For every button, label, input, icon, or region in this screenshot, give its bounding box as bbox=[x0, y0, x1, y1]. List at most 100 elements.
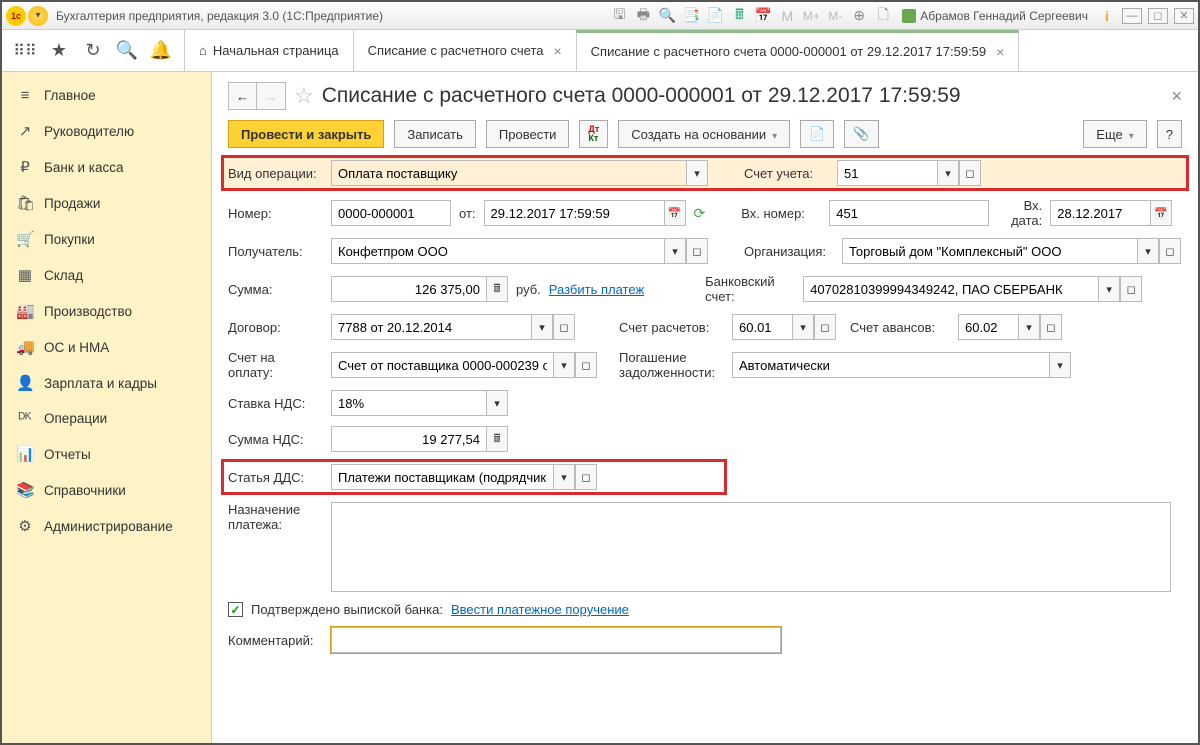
print-icon[interactable]: 🖶 bbox=[634, 4, 652, 28]
sum-calc-button[interactable]: 🖩 bbox=[486, 276, 508, 302]
in-number-input[interactable] bbox=[829, 200, 989, 226]
recipient-open-button[interactable]: ◻ bbox=[686, 238, 708, 264]
account-input[interactable] bbox=[837, 160, 937, 186]
tab-writeoff-document[interactable]: Списание с расчетного счета 0000-000001 … bbox=[576, 30, 1020, 71]
sidebar-item-reports[interactable]: 📊Отчеты bbox=[2, 436, 211, 472]
contract-input[interactable] bbox=[331, 314, 531, 340]
calendar-icon[interactable]: 📅 bbox=[754, 7, 772, 24]
favorite-star-icon[interactable]: ☆ bbox=[294, 83, 314, 109]
debt-dropdown-button[interactable]: ▾ bbox=[1049, 352, 1071, 378]
op-type-input[interactable] bbox=[331, 160, 686, 186]
bank-acc-dropdown-button[interactable]: ▾ bbox=[1098, 276, 1120, 302]
maximize-button[interactable]: ◻ bbox=[1148, 8, 1168, 24]
recipient-dropdown-button[interactable]: ▾ bbox=[664, 238, 686, 264]
settle-acc-input[interactable] bbox=[732, 314, 792, 340]
sidebar-item-main[interactable]: ≡Главное bbox=[2, 78, 211, 113]
advance-acc-open-button[interactable]: ◻ bbox=[1040, 314, 1062, 340]
sidebar-item-sales[interactable]: 🛍Продажи bbox=[2, 185, 211, 221]
settle-acc-dropdown-button[interactable]: ▾ bbox=[792, 314, 814, 340]
favorite-icon[interactable]: ★ bbox=[42, 30, 76, 71]
close-document-icon[interactable]: × bbox=[1171, 86, 1182, 107]
m-minus-icon[interactable]: M- bbox=[826, 9, 844, 23]
recipient-input[interactable] bbox=[331, 238, 664, 264]
write-button[interactable]: Записать bbox=[394, 120, 476, 148]
sidebar-item-manager[interactable]: ↗Руководителю bbox=[2, 113, 211, 149]
settle-acc-open-button[interactable]: ◻ bbox=[814, 314, 836, 340]
m-icon[interactable]: M bbox=[778, 8, 796, 24]
invoice-dropdown-button[interactable]: ▾ bbox=[553, 352, 575, 378]
sidebar-item-bank[interactable]: ₽Банк и касса bbox=[2, 149, 211, 185]
notifications-icon[interactable]: 🔔 bbox=[144, 30, 178, 71]
number-input[interactable] bbox=[331, 200, 451, 226]
dtkt-button[interactable]: ДтКт bbox=[579, 120, 608, 148]
zoom-icon[interactable]: ⊕ bbox=[850, 7, 868, 24]
attach-button[interactable]: 📎 bbox=[844, 120, 878, 148]
sidebar-item-assets[interactable]: 🚚ОС и НМА bbox=[2, 329, 211, 365]
tab-close-icon[interactable]: × bbox=[553, 43, 561, 59]
dds-input[interactable] bbox=[331, 464, 553, 490]
tab-home[interactable]: ⌂ Начальная страница bbox=[184, 30, 353, 71]
save-icon[interactable]: 🖫 bbox=[610, 4, 628, 28]
advance-acc-input[interactable] bbox=[958, 314, 1018, 340]
tab-close-icon[interactable]: × bbox=[996, 44, 1004, 60]
app-menu-dropdown-icon[interactable] bbox=[28, 6, 48, 26]
preview-icon[interactable]: 🔍 bbox=[658, 7, 676, 24]
dds-open-button[interactable]: ◻ bbox=[575, 464, 597, 490]
in-date-input[interactable] bbox=[1050, 200, 1150, 226]
in-date-picker-button[interactable]: 📅 bbox=[1150, 200, 1172, 226]
tab-writeoff-list[interactable]: Списание с расчетного счета × bbox=[353, 30, 576, 71]
current-user[interactable]: Абрамов Геннадий Сергеевич bbox=[898, 9, 1092, 23]
more-button[interactable]: Еще bbox=[1083, 120, 1146, 148]
post-button[interactable]: Провести bbox=[486, 120, 570, 148]
m-plus-icon[interactable]: M+ bbox=[802, 9, 820, 23]
vat-sum-calc-button[interactable]: 🖩 bbox=[486, 426, 508, 452]
org-open-button[interactable]: ◻ bbox=[1159, 238, 1181, 264]
bank-acc-open-button[interactable]: ◻ bbox=[1120, 276, 1142, 302]
nav-back-button[interactable]: ← bbox=[229, 83, 257, 109]
vat-sum-input[interactable] bbox=[331, 426, 486, 452]
comment-input[interactable] bbox=[331, 627, 781, 653]
sidebar-item-production[interactable]: 🏭Производство bbox=[2, 293, 211, 329]
sum-input[interactable] bbox=[331, 276, 486, 302]
bank-acc-input[interactable] bbox=[803, 276, 1098, 302]
report-button[interactable]: 📄 bbox=[800, 120, 834, 148]
account-open-button[interactable]: ◻ bbox=[959, 160, 981, 186]
help-button[interactable]: ? bbox=[1157, 120, 1182, 148]
dds-dropdown-button[interactable]: ▾ bbox=[553, 464, 575, 490]
account-dropdown-button[interactable]: ▾ bbox=[937, 160, 959, 186]
doc-icon[interactable]: 🗋 bbox=[874, 4, 892, 28]
info-icon[interactable]: i bbox=[1098, 8, 1116, 24]
date-picker-button[interactable]: 📅 bbox=[664, 200, 686, 226]
sections-icon[interactable]: ⠿⠿ bbox=[8, 30, 42, 71]
nav-forward-button[interactable]: → bbox=[257, 83, 285, 109]
sidebar-item-salary[interactable]: 👤Зарплата и кадры bbox=[2, 365, 211, 401]
contract-open-button[interactable]: ◻ bbox=[553, 314, 575, 340]
sidebar-item-warehouse[interactable]: ▦Склад bbox=[2, 257, 211, 293]
minimize-button[interactable]: — bbox=[1122, 8, 1142, 24]
purpose-textarea[interactable] bbox=[331, 502, 1171, 592]
contract-dropdown-button[interactable]: ▾ bbox=[531, 314, 553, 340]
invoice-input[interactable] bbox=[331, 352, 553, 378]
org-input[interactable] bbox=[842, 238, 1137, 264]
invoice-open-button[interactable]: ◻ bbox=[575, 352, 597, 378]
org-dropdown-button[interactable]: ▾ bbox=[1137, 238, 1159, 264]
copy-icon[interactable]: 📄 bbox=[706, 7, 724, 24]
create-based-button[interactable]: Создать на основании bbox=[618, 120, 790, 148]
vat-rate-dropdown-button[interactable]: ▾ bbox=[486, 390, 508, 416]
close-window-button[interactable]: ✕ bbox=[1174, 8, 1194, 24]
confirmed-checkbox[interactable]: ✓ bbox=[228, 602, 243, 617]
enter-payment-order-link[interactable]: Ввести платежное поручение bbox=[451, 602, 629, 617]
history-icon[interactable]: ↻ bbox=[76, 30, 110, 71]
op-type-dropdown-button[interactable]: ▾ bbox=[686, 160, 708, 186]
calculator-icon[interactable]: 🖩 bbox=[730, 4, 748, 28]
sidebar-item-operations[interactable]: ᴰᴷОперации bbox=[2, 401, 211, 436]
date-input[interactable] bbox=[484, 200, 664, 226]
vat-rate-input[interactable] bbox=[331, 390, 486, 416]
post-and-close-button[interactable]: Провести и закрыть bbox=[228, 120, 384, 148]
sidebar-item-directories[interactable]: 📚Справочники bbox=[2, 472, 211, 508]
sidebar-item-purchases[interactable]: 🛒Покупки bbox=[2, 221, 211, 257]
compare-icon[interactable]: 📑 bbox=[682, 7, 700, 24]
debt-input[interactable] bbox=[732, 352, 1049, 378]
advance-acc-dropdown-button[interactable]: ▾ bbox=[1018, 314, 1040, 340]
search-icon[interactable]: 🔍 bbox=[110, 30, 144, 71]
